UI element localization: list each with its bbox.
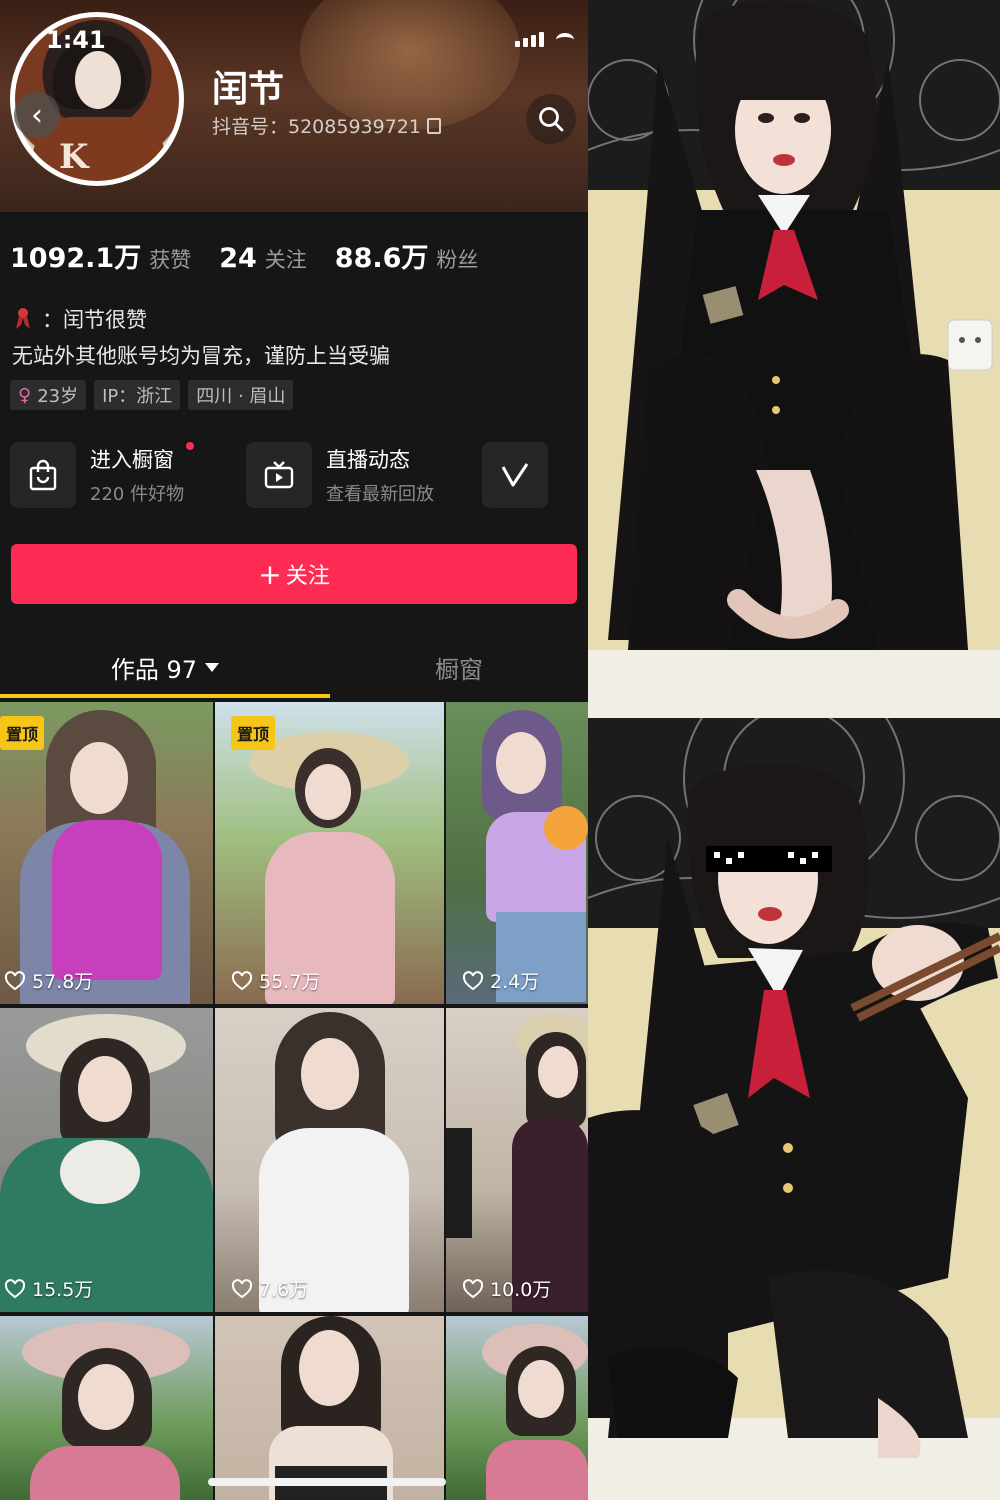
header-background-glow bbox=[300, 0, 520, 130]
likes-count: 15.5万 bbox=[4, 1275, 93, 1302]
female-icon: ♀ bbox=[18, 384, 32, 406]
douyin-id-text: 抖音号：52085939721 bbox=[212, 116, 421, 138]
stat-followers[interactable]: 88.6万 粉丝 bbox=[335, 236, 479, 275]
photo-top-illustration bbox=[588, 0, 1000, 718]
video-thumb[interactable]: 7.6万 bbox=[215, 1008, 444, 1312]
search-button[interactable] bbox=[526, 94, 576, 144]
video-thumb[interactable] bbox=[215, 1316, 444, 1500]
pixel-sunglasses bbox=[706, 846, 832, 872]
wifi-icon bbox=[556, 33, 574, 47]
stat-followers-label: 粉丝 bbox=[436, 248, 479, 272]
notification-dot bbox=[186, 442, 195, 450]
feature-cards: 进入橱窗 220 件好物 直播动态 查看最新回放 bbox=[10, 442, 548, 508]
plus-icon: + bbox=[258, 557, 282, 591]
search-icon bbox=[539, 107, 564, 132]
avatar-jacket-letter: K bbox=[59, 137, 89, 177]
tab-underline bbox=[0, 694, 330, 698]
video-thumb[interactable]: 置顶 55.7万 bbox=[215, 702, 444, 1004]
screen: K 1:41 ‹ 闰节 抖音号：52085939721 1092.1万 获赞 2… bbox=[0, 0, 1000, 1500]
video-thumb[interactable] bbox=[446, 1316, 588, 1500]
video-grid: 置顶 57.8万 置顶 55.7万 2.4万 15.5万 7.6万 10.0万 bbox=[0, 702, 588, 1500]
heart-icon bbox=[4, 970, 26, 990]
video-thumb[interactable]: 10.0万 bbox=[446, 1008, 588, 1312]
follow-button[interactable]: + 关注 bbox=[11, 544, 577, 604]
tab-works-label: 作品 97 bbox=[110, 655, 198, 684]
tab-works[interactable]: 作品 97 bbox=[0, 636, 330, 698]
likes-count: 55.7万 bbox=[231, 967, 320, 994]
tag-age: ♀ 23岁 bbox=[10, 380, 87, 410]
tab-shop-window[interactable]: 橱窗 bbox=[330, 636, 588, 698]
profile-stats: 1092.1万 获赞 24 关注 88.6万 粉丝 bbox=[10, 236, 506, 275]
stat-following[interactable]: 24 关注 bbox=[219, 243, 307, 274]
tv-icon bbox=[246, 442, 312, 508]
pinned-badge: 置顶 bbox=[231, 716, 276, 750]
profile-bio: ：闰节很赞 无站外其他账号均为冒充，谨防上当受骗 bbox=[12, 302, 390, 374]
v-icon bbox=[501, 463, 529, 487]
signal-icon bbox=[515, 32, 544, 47]
profile-tags: ♀ 23岁 IP：浙江 四川 · 眉山 bbox=[10, 380, 294, 410]
heart-icon bbox=[231, 970, 253, 990]
heart-icon bbox=[462, 970, 484, 990]
tag-age-text: 23岁 bbox=[37, 386, 79, 407]
stat-likes-label: 获赞 bbox=[149, 248, 192, 272]
card-shop-title: 进入橱窗 bbox=[90, 442, 195, 474]
back-button[interactable]: ‹ bbox=[14, 92, 60, 138]
avatar-face bbox=[75, 51, 121, 109]
pinned-badge: 置顶 bbox=[0, 716, 45, 750]
bio-text-1: ：闰节很赞 bbox=[42, 308, 147, 332]
douyin-id[interactable]: 抖音号：52085939721 bbox=[212, 112, 441, 139]
follow-label: 关注 bbox=[285, 564, 330, 589]
status-time: 1:41 bbox=[46, 26, 106, 54]
video-thumb[interactable] bbox=[0, 1316, 213, 1500]
heart-icon bbox=[4, 1278, 26, 1298]
card-more[interactable] bbox=[482, 442, 548, 508]
card-live[interactable]: 直播动态 查看最新回放 bbox=[246, 442, 482, 508]
likes-count: 7.6万 bbox=[231, 1275, 308, 1302]
shopping-bag-icon bbox=[10, 442, 76, 508]
video-thumb[interactable]: 15.5万 bbox=[0, 1008, 213, 1312]
stat-likes-value: 1092.1万 bbox=[10, 243, 142, 274]
video-thumb[interactable]: 置顶 57.8万 bbox=[0, 702, 213, 1004]
card-live-title: 直播动态 bbox=[326, 448, 410, 472]
card-shop-sub: 220 件好物 bbox=[90, 484, 185, 505]
photo-bottom-illustration bbox=[588, 718, 1000, 1500]
copy-icon[interactable] bbox=[426, 117, 441, 134]
likes-count: 10.0万 bbox=[462, 1275, 551, 1302]
likes-count: 57.8万 bbox=[4, 967, 93, 994]
chevron-left-icon: ‹ bbox=[31, 97, 43, 133]
likes-count: 2.4万 bbox=[462, 967, 539, 994]
ribbon-icon bbox=[16, 308, 30, 329]
content-tabs: 作品 97 橱窗 bbox=[0, 636, 588, 700]
stat-followers-value: 88.6万 bbox=[334, 243, 429, 274]
bio-line-1: ：闰节很赞 bbox=[12, 302, 390, 338]
profile-screen: K 1:41 ‹ 闰节 抖音号：52085939721 1092.1万 获赞 2… bbox=[0, 0, 588, 1500]
status-icons bbox=[515, 32, 574, 47]
card-live-sub: 查看最新回放 bbox=[326, 484, 434, 505]
video-thumb[interactable]: 2.4万 bbox=[446, 702, 588, 1004]
tag-location: 四川 · 眉山 bbox=[188, 380, 294, 410]
tag-ip: IP：浙江 bbox=[94, 380, 181, 410]
photo-top bbox=[588, 0, 1000, 718]
bio-line-2: 无站外其他账号均为冒充，谨防上当受骗 bbox=[12, 344, 390, 368]
caret-down-icon bbox=[205, 662, 220, 672]
heart-icon bbox=[462, 1278, 484, 1298]
card-shop-window[interactable]: 进入橱窗 220 件好物 bbox=[10, 442, 246, 508]
photo-bottom bbox=[588, 718, 1000, 1500]
stat-following-label: 关注 bbox=[264, 248, 307, 272]
home-indicator[interactable] bbox=[208, 1478, 446, 1486]
stat-likes: 1092.1万 获赞 bbox=[10, 236, 191, 275]
stat-following-value: 24 bbox=[219, 243, 257, 274]
heart-icon bbox=[231, 1278, 253, 1298]
profile-name: 闰节 bbox=[212, 69, 285, 110]
profile-header: K 1:41 ‹ 闰节 抖音号：52085939721 bbox=[0, 0, 588, 212]
